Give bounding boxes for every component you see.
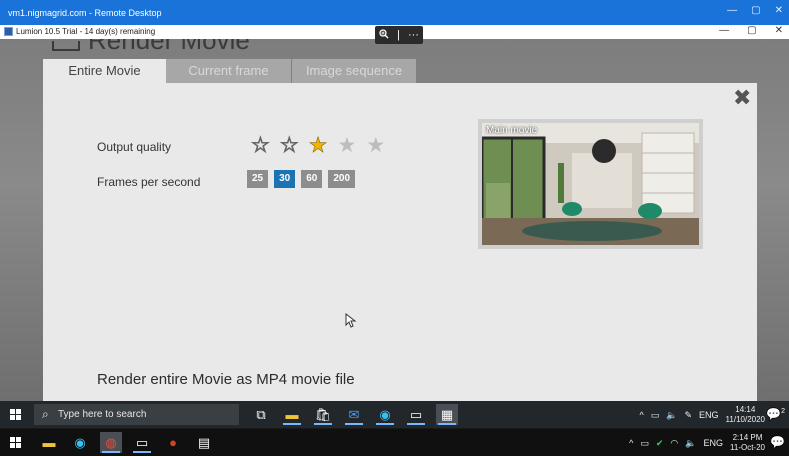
movie-icon <box>52 41 80 51</box>
clock-date: 11/10/2020 <box>725 415 765 424</box>
close-icon[interactable]: ✖ <box>733 85 751 111</box>
local-battery-icon[interactable]: ▭ <box>640 438 649 449</box>
remote-desktop-titlebar: vm1.nigmagrid.com - Remote Desktop — ▢ ✕ <box>0 0 789 25</box>
tab-entire-movie[interactable]: Entire Movie <box>43 59 166 83</box>
remote-desktop-title: vm1.nigmagrid.com - Remote Desktop <box>8 8 162 18</box>
fps-option-60[interactable]: 60 <box>301 170 323 188</box>
lumion-workspace: Render Movie Entire Movie Current frame … <box>0 39 789 401</box>
zoom-toolbar: | ··· <box>375 26 423 44</box>
clock[interactable]: 14:14 11/10/2020 <box>726 405 765 425</box>
app-title: Lumion 10.5 Trial - 14 day(s) remaining <box>16 27 156 36</box>
system-tray: ^ ▭ 🔈 ✎ ENG 14:14 11/10/2020 <box>640 405 765 425</box>
remote-taskbar: ⌕ Type here to search ⧉ ▬ 🛍 ✉ ◉ ▭ ▦ ^ ▭ … <box>0 401 789 428</box>
local-security-icon[interactable]: ✔ <box>656 438 664 449</box>
mouse-cursor-icon <box>345 313 357 328</box>
fps-option-25[interactable]: 25 <box>247 170 269 188</box>
mail-icon[interactable]: ✉ <box>343 404 365 425</box>
app-minimize-button[interactable]: — <box>719 25 729 36</box>
tab-current-frame[interactable]: Current frame <box>166 59 291 83</box>
local-chrome-icon[interactable]: ◍ <box>100 432 122 453</box>
quality-star-3[interactable]: ★ <box>308 135 327 157</box>
windows-start-icon[interactable] <box>10 409 21 420</box>
local-app-icon[interactable]: ▤ <box>193 432 215 453</box>
output-quality-label: Output quality <box>97 140 172 154</box>
preview-label: Main movie <box>486 125 538 136</box>
language-indicator[interactable]: ENG <box>699 410 719 420</box>
local-powerpoint-icon[interactable]: ● <box>162 432 184 453</box>
lumion-app-icon <box>4 27 13 36</box>
pen-icon[interactable]: ✎ <box>684 410 692 421</box>
fps-label: Frames per second <box>97 175 201 189</box>
toolbar-separator: | <box>397 29 400 41</box>
notification-count: 2 <box>781 408 785 415</box>
search-placeholder: Type here to search <box>58 409 147 420</box>
quality-star-2[interactable]: ☆ <box>279 135 299 157</box>
local-edge-icon[interactable]: ◉ <box>69 432 91 453</box>
local-clock-date: 11-Oct-20 <box>730 443 765 452</box>
local-tray-chevron-icon[interactable]: ^ <box>629 438 633 448</box>
more-options-button[interactable]: ··· <box>408 29 419 41</box>
quality-rating: ☆ ☆ ★ ★ ★ <box>251 135 386 157</box>
rd-maximize-button[interactable]: ▢ <box>751 5 760 16</box>
volume-icon[interactable]: 🔈 <box>666 410 677 421</box>
local-wifi-icon[interactable]: ◠ <box>670 438 678 449</box>
fps-option-200[interactable]: 200 <box>328 170 356 188</box>
search-icon: ⌕ <box>42 407 49 421</box>
page-title: Render Movie <box>88 39 250 55</box>
local-notification-icon[interactable]: 💬 <box>770 435 785 449</box>
store-icon[interactable]: 🛍 <box>312 404 334 425</box>
rd-close-button[interactable]: ✕ <box>775 5 783 16</box>
app-close-button[interactable]: ✕ <box>775 25 783 36</box>
task-view-icon[interactable]: ⧉ <box>250 404 272 425</box>
quality-star-4[interactable]: ★ <box>337 135 356 156</box>
movie-preview[interactable]: Main movie <box>478 119 703 249</box>
remote-app-icon[interactable]: ▭ <box>405 404 427 425</box>
render-description: Render entire Movie as MP4 movie file <box>97 371 355 388</box>
local-file-explorer-icon[interactable]: ▬ <box>38 432 60 453</box>
local-remote-desktop-icon[interactable]: ▭ <box>131 432 153 453</box>
local-language-indicator[interactable]: ENG <box>704 438 724 448</box>
tray-chevron-icon[interactable]: ^ <box>640 410 644 420</box>
lumion-taskbar-icon[interactable]: ▦ <box>436 404 458 425</box>
clock-time: 14:14 <box>735 405 756 414</box>
interior-scene-image <box>482 123 699 245</box>
local-volume-icon[interactable]: 🔈 <box>685 438 696 449</box>
local-system-tray: ^ ▭ ✔ ◠ 🔈 ENG 2:14 PM 11-Oct-20 <box>629 433 765 453</box>
local-windows-start-icon[interactable] <box>10 437 21 448</box>
preview-image: Main movie <box>482 123 699 245</box>
quality-star-1[interactable]: ☆ <box>251 135 271 157</box>
render-panel: ✖ Output quality ☆ ☆ ★ ★ ★ Frames per se… <box>43 83 757 401</box>
local-clock[interactable]: 2:14 PM 11-Oct-20 <box>730 433 765 453</box>
zoom-icon[interactable] <box>379 28 389 42</box>
fps-options: 25 30 60 200 <box>247 170 356 188</box>
quality-star-5[interactable]: ★ <box>366 135 385 156</box>
edge-icon[interactable]: ◉ <box>374 404 396 425</box>
notification-icon[interactable]: 💬2 <box>766 407 785 421</box>
local-clock-time: 2:14 PM <box>732 433 763 442</box>
network-icon[interactable]: ▭ <box>651 410 660 421</box>
rd-minimize-button[interactable]: — <box>727 5 737 16</box>
local-taskbar: ▬ ◉ ◍ ▭ ● ▤ ^ ▭ ✔ ◠ 🔈 ENG 2:14 PM 11-Oct… <box>0 429 789 456</box>
file-explorer-icon[interactable]: ▬ <box>281 404 303 425</box>
app-maximize-button[interactable]: ▢ <box>747 25 756 36</box>
fps-option-30[interactable]: 30 <box>274 170 296 188</box>
tab-image-sequence[interactable]: Image sequence <box>292 59 416 83</box>
search-input[interactable]: ⌕ Type here to search <box>34 404 239 425</box>
